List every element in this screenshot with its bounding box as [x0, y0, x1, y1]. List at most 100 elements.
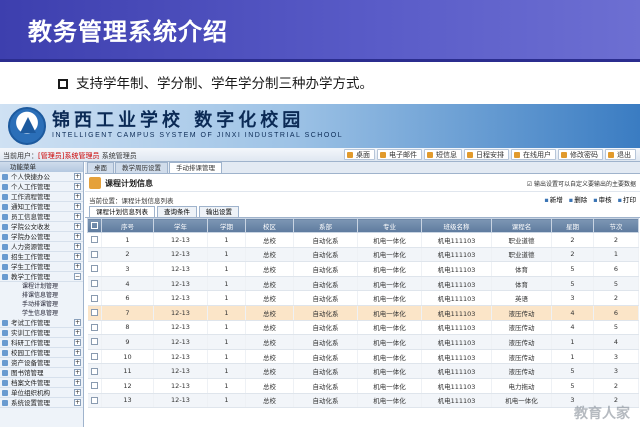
sidebar-item[interactable]: 个人快捷办公 +	[0, 172, 83, 182]
sidebar-item[interactable]: 员工信息管理 +	[0, 212, 83, 222]
table-row[interactable]: 7 12-13 1 总校 自动化系 机电一体化 机电111103 液压传动 4 6	[87, 305, 639, 321]
tab-calendar-settings[interactable]: 教学周历设置	[115, 162, 168, 173]
sidebar-item[interactable]: 学院公文收发 +	[0, 222, 83, 232]
subtab-list[interactable]: 课程计划信息列表	[89, 206, 155, 217]
select-all-checkbox[interactable]	[87, 218, 102, 233]
subtab-output[interactable]: 输出设置	[199, 206, 239, 217]
expand-icon[interactable]: +	[74, 389, 81, 396]
expand-icon[interactable]: −	[74, 273, 81, 280]
row-checkbox[interactable]	[87, 393, 102, 409]
col-header[interactable]: 学年	[153, 218, 208, 233]
row-checkbox[interactable]	[87, 378, 102, 394]
desktop-button[interactable]: 桌面	[344, 149, 375, 160]
subtab-query[interactable]: 查询条件	[157, 206, 197, 217]
row-checkbox[interactable]	[87, 276, 102, 292]
logout-button[interactable]: 退出	[605, 149, 636, 160]
sidebar-item[interactable]: 实训工作管理 +	[0, 328, 83, 338]
sidebar-item[interactable]: 个人工作管理 +	[0, 182, 83, 192]
table-row[interactable]: 1 12-13 1 总校 自动化系 机电一体化 机电111103 职业道德 2 2	[87, 232, 639, 248]
sidebar-item[interactable]: 科研工作管理 +	[0, 338, 83, 348]
expand-icon[interactable]: +	[74, 213, 81, 220]
row-checkbox[interactable]	[87, 349, 102, 365]
sidebar-subitem[interactable]: 排课信息管理	[0, 291, 83, 300]
expand-icon[interactable]: +	[74, 263, 81, 270]
row-checkbox[interactable]	[87, 334, 102, 350]
sidebar-subitem[interactable]: 手动排课管理	[0, 300, 83, 309]
table-row[interactable]: 8 12-13 1 总校 自动化系 机电一体化 机电111103 液压传动 4 5	[87, 320, 639, 336]
expand-icon[interactable]: +	[74, 399, 81, 406]
col-header[interactable]: 课程名	[491, 218, 552, 233]
row-checkbox[interactable]	[87, 232, 102, 248]
table-row[interactable]: 6 12-13 1 总校 自动化系 机电一体化 机电111103 英语 3 2	[87, 290, 639, 306]
table-cell: 液压传动	[491, 305, 552, 321]
sidebar-item[interactable]: 校园工作管理 +	[0, 348, 83, 358]
expand-icon[interactable]: +	[74, 193, 81, 200]
table-cell: 12-13	[153, 320, 208, 336]
add-button[interactable]: 新增	[544, 194, 563, 204]
expand-icon[interactable]: +	[74, 329, 81, 336]
email-button[interactable]: 电子邮件	[377, 149, 422, 160]
col-header[interactable]: 学期	[207, 218, 246, 233]
tab-desktop[interactable]: 桌面	[87, 162, 114, 173]
table-row[interactable]: 9 12-13 1 总校 自动化系 机电一体化 机电111103 液压传动 1 4	[87, 334, 639, 350]
online-users-button[interactable]: 在线用户	[511, 149, 556, 160]
sidebar-item[interactable]: 图书馆管理 +	[0, 368, 83, 378]
sidebar-subitem[interactable]: 学生信息管理	[0, 309, 83, 318]
output-tip[interactable]: 输出设置可以自定义要输出的主要数据	[527, 179, 636, 188]
sidebar-item[interactable]: 招生工作管理 +	[0, 252, 83, 262]
expand-icon[interactable]: +	[74, 379, 81, 386]
change-password-button[interactable]: 修改密码	[558, 149, 603, 160]
expand-icon[interactable]: +	[74, 319, 81, 326]
sidebar-item[interactable]: 工作流程管理 +	[0, 192, 83, 202]
expand-icon[interactable]: +	[74, 369, 81, 376]
sidebar-item[interactable]: 档案文件管理 +	[0, 378, 83, 388]
sidebar-subitem[interactable]: 课程计划管理	[0, 282, 83, 291]
print-button[interactable]: 打印	[618, 194, 636, 204]
col-header[interactable]: 星期	[551, 218, 594, 233]
row-checkbox[interactable]	[87, 363, 102, 379]
table-row[interactable]: 2 12-13 1 总校 自动化系 机电一体化 机电111103 职业道德 2 1	[87, 247, 639, 263]
row-checkbox[interactable]	[87, 290, 102, 306]
sidebar-item[interactable]: 教学工作管理 −	[0, 272, 83, 282]
col-header[interactable]: 校区	[245, 218, 294, 233]
schedule-button[interactable]: 日程安排	[464, 149, 509, 160]
table-row[interactable]: 10 12-13 1 总校 自动化系 机电一体化 机电111103 液压传动 1 3	[87, 349, 639, 365]
col-header[interactable]: 专业	[357, 218, 422, 233]
expand-icon[interactable]: +	[74, 223, 81, 230]
sidebar-item[interactable]: 系统设置管理 +	[0, 398, 83, 408]
sidebar-item[interactable]: 考试工作管理 +	[0, 318, 83, 328]
expand-icon[interactable]: +	[74, 349, 81, 356]
expand-icon[interactable]: +	[74, 203, 81, 210]
table-row[interactable]: 3 12-13 1 总校 自动化系 机电一体化 机电111103 体育 5 6	[87, 261, 639, 277]
expand-icon[interactable]: +	[74, 253, 81, 260]
row-checkbox[interactable]	[87, 261, 102, 277]
expand-icon[interactable]: +	[74, 183, 81, 190]
col-header[interactable]: 系部	[293, 218, 358, 233]
tab-manual-scheduling[interactable]: 手动排课管理	[169, 162, 222, 173]
sidebar-item[interactable]: 学院办公管理 +	[0, 232, 83, 242]
col-header[interactable]: 节次	[593, 218, 639, 233]
sidebar-item[interactable]: 单位组织机构 +	[0, 388, 83, 398]
col-header[interactable]: 序号	[101, 218, 154, 233]
col-header[interactable]: 班级名称	[421, 218, 492, 233]
expand-icon[interactable]: +	[74, 243, 81, 250]
table-row[interactable]: 12 12-13 1 总校 自动化系 机电一体化 机电111103 电力拖动 5 2	[87, 378, 639, 394]
sms-button[interactable]: 短信息	[424, 149, 462, 160]
sidebar-item[interactable]: 学生工作管理 +	[0, 262, 83, 272]
expand-icon[interactable]: +	[74, 173, 81, 180]
table-row[interactable]: 11 12-13 1 总校 自动化系 机电一体化 机电111103 液压传动 5 3	[87, 363, 639, 379]
sidebar-item[interactable]: 资产设备管理 +	[0, 358, 83, 368]
row-checkbox[interactable]	[87, 247, 102, 263]
review-button[interactable]: 审核	[593, 194, 612, 204]
row-checkbox[interactable]	[87, 305, 102, 321]
expand-icon[interactable]: +	[74, 339, 81, 346]
expand-icon[interactable]: +	[74, 233, 81, 240]
sidebar-item[interactable]: 人力资源管理 +	[0, 242, 83, 252]
expand-icon[interactable]: +	[74, 359, 81, 366]
table-row[interactable]: 13 12-13 1 总校 自动化系 机电一体化 机电111103 机电一体化 3 2	[87, 393, 639, 409]
delete-button[interactable]: 删除	[569, 194, 587, 204]
table-cell: 总校	[245, 378, 294, 394]
table-row[interactable]: 4 12-13 1 总校 自动化系 机电一体化 机电111103 体育 5 5	[87, 276, 639, 292]
sidebar-item[interactable]: 通知工作管理 +	[0, 202, 83, 212]
row-checkbox[interactable]	[87, 320, 102, 336]
